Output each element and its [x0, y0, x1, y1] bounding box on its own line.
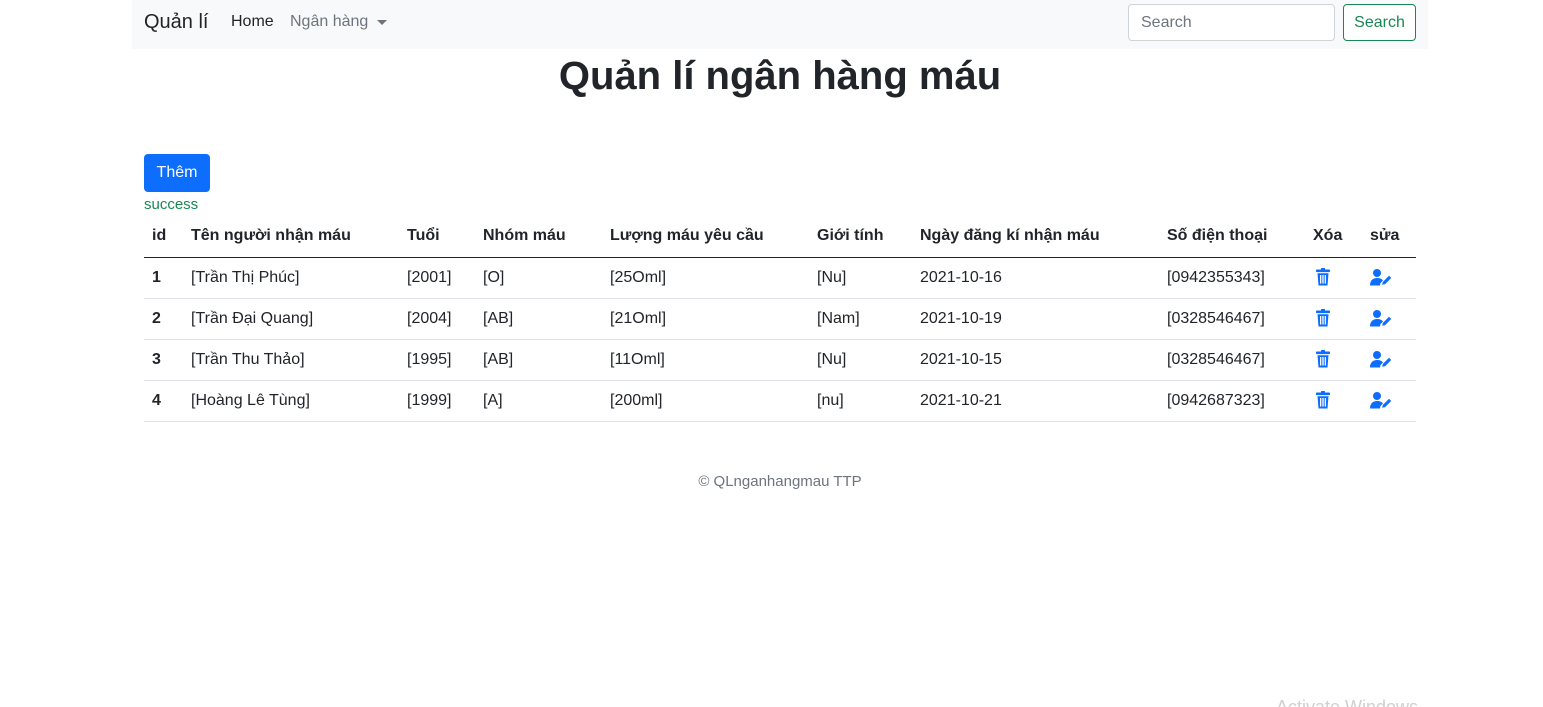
- cell-phone: [0942687323]: [1159, 380, 1305, 422]
- user-edit-icon[interactable]: [1370, 350, 1392, 368]
- cell-phone: [0328546467]: [1159, 339, 1305, 381]
- cell-amount: [11Oml]: [602, 339, 809, 381]
- cell-blood-group: [AB]: [475, 339, 602, 381]
- cell-id: 4: [144, 380, 183, 422]
- table-body: 1 [Trần Thị Phúc] [2001] [O] [25Oml] [Nu] 2021…: [144, 257, 1416, 422]
- activate-windows-watermark: Activate Windows: [1276, 697, 1419, 707]
- cell-date: 2021-10-15: [912, 339, 1159, 381]
- cell-blood-group: [AB]: [475, 298, 602, 340]
- cell-edit: [1362, 298, 1416, 340]
- cell-edit: [1362, 257, 1416, 299]
- table-row: 4 [Hoàng Lê Tùng] [1999] [A] [200ml] [nu] 2021…: [144, 380, 1416, 422]
- trash-icon[interactable]: [1313, 350, 1333, 368]
- cell-id: 2: [144, 298, 183, 340]
- header-gender: Giới tính: [809, 216, 912, 258]
- trash-icon[interactable]: [1313, 309, 1333, 327]
- cell-gender: [Nu]: [809, 257, 912, 299]
- cell-edit: [1362, 339, 1416, 381]
- header-phone: Số điện thoại: [1159, 216, 1305, 258]
- cell-date: 2021-10-21: [912, 380, 1159, 422]
- cell-delete: [1305, 339, 1362, 381]
- cell-amount: [200ml]: [602, 380, 809, 422]
- header-amount: Lượng máu yêu cầu: [602, 216, 809, 258]
- cell-amount: [21Oml]: [602, 298, 809, 340]
- user-edit-icon[interactable]: [1370, 309, 1392, 327]
- user-edit-icon[interactable]: [1370, 391, 1392, 409]
- cell-name: [Trần Thu Thảo]: [183, 339, 399, 381]
- header-delete: Xóa: [1305, 216, 1362, 258]
- trash-icon[interactable]: [1313, 268, 1333, 286]
- search-button[interactable]: Search: [1343, 4, 1416, 41]
- cell-blood-group: [A]: [475, 380, 602, 422]
- cell-phone: [0328546467]: [1159, 298, 1305, 340]
- status-message: success: [144, 196, 199, 213]
- trash-icon[interactable]: [1313, 391, 1333, 409]
- cell-gender: [nu]: [809, 380, 912, 422]
- cell-id: 1: [144, 257, 183, 299]
- table-header-row: id Tên người nhận máu Tuổi Nhóm máu Lượn…: [144, 216, 1416, 258]
- header-name: Tên người nhận máu: [183, 216, 399, 258]
- cell-delete: [1305, 380, 1362, 422]
- table-row: 1 [Trần Thị Phúc] [2001] [O] [25Oml] [Nu] 2021…: [144, 257, 1416, 299]
- table-row: 3 [Trần Thu Thảo] [1995] [AB] [11Oml] [Nu] 202…: [144, 339, 1416, 381]
- cell-amount: [25Oml]: [602, 257, 809, 299]
- header-id: id: [144, 216, 183, 258]
- cell-blood-group: [O]: [475, 257, 602, 299]
- cell-age: [1999]: [399, 380, 475, 422]
- cell-gender: [Nu]: [809, 339, 912, 381]
- add-button[interactable]: Thêm: [144, 154, 210, 192]
- cell-name: [Trần Đại Quang]: [183, 298, 399, 340]
- cell-date: 2021-10-16: [912, 257, 1159, 299]
- header-age: Tuổi: [399, 216, 475, 258]
- cell-phone: [0942355343]: [1159, 257, 1305, 299]
- cell-gender: [Nam]: [809, 298, 912, 340]
- nav-bank-dropdown[interactable]: Ngân hàng: [290, 13, 368, 31]
- cell-id: 3: [144, 339, 183, 381]
- cell-date: 2021-10-19: [912, 298, 1159, 340]
- cell-age: [2001]: [399, 257, 475, 299]
- cell-delete: [1305, 257, 1362, 299]
- search-input[interactable]: [1128, 4, 1335, 41]
- cell-delete: [1305, 298, 1362, 340]
- header-edit: sửa: [1362, 216, 1416, 258]
- cell-name: [Hoàng Lê Tùng]: [183, 380, 399, 422]
- page-title: Quản lí ngân hàng máu: [558, 54, 1002, 98]
- cell-age: [2004]: [399, 298, 475, 340]
- cell-age: [1995]: [399, 339, 475, 381]
- header-date: Ngày đăng kí nhận máu: [912, 216, 1159, 258]
- header-blood-group: Nhóm máu: [475, 216, 602, 258]
- chevron-down-icon[interactable]: [377, 20, 387, 25]
- navbar: Quản lí Home Ngân hàng Search: [132, 0, 1428, 49]
- cell-edit: [1362, 380, 1416, 422]
- user-edit-icon[interactable]: [1370, 268, 1392, 286]
- brand-link[interactable]: Quản lí: [144, 11, 208, 34]
- nav-home-link[interactable]: Home: [231, 13, 274, 31]
- footer-text: © QLnganhangmau TTP: [698, 473, 862, 490]
- table-row: 2 [Trần Đại Quang] [2004] [AB] [21Oml] [Nam] 2…: [144, 298, 1416, 340]
- cell-name: [Trần Thị Phúc]: [183, 257, 399, 299]
- blood-table: id Tên người nhận máu Tuổi Nhóm máu Lượn…: [144, 216, 1416, 422]
